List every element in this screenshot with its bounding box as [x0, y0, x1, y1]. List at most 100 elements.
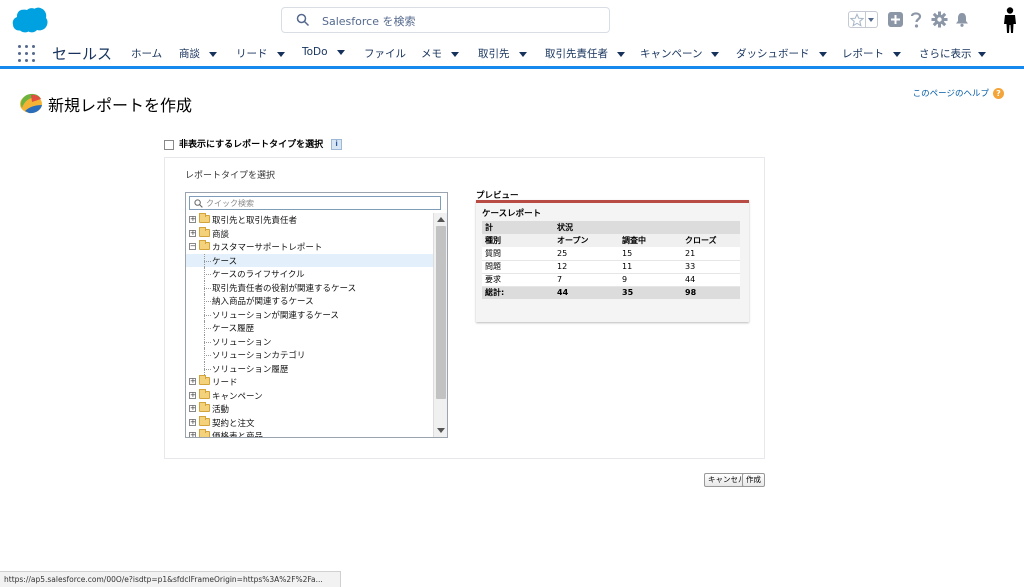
table-total-row: 総計: 44 35 98: [482, 286, 740, 299]
nav-item-notes[interactable]: メモ: [421, 46, 459, 61]
chevron-down-icon[interactable]: [893, 51, 901, 57]
add-icon[interactable]: [888, 12, 903, 27]
nav-item-dashboards[interactable]: ダッシュボード: [736, 46, 827, 61]
expand-icon[interactable]: +: [189, 432, 196, 437]
report-preview: ケースレポート 計 状況 種別 オープン 調査中 クローズ 質問 25 15 2…: [476, 200, 749, 322]
tree-connector: [204, 274, 211, 275]
chevron-down-icon[interactable]: [276, 51, 285, 57]
tree-leaf-item[interactable]: ソリューションが関連するケース: [186, 307, 433, 321]
tree-connector: [204, 260, 211, 262]
nav-item-campaigns[interactable]: キャンペーン: [640, 46, 720, 61]
quick-search-input[interactable]: クイック検索: [189, 196, 441, 210]
scroll-up-icon[interactable]: [437, 217, 445, 222]
report-type-tree: クイック検索 + 取引先と取引先責任者 + 商談 − カスタマーサポートレポート ケース ケー…: [185, 192, 448, 438]
folder-icon: [199, 226, 210, 237]
tree-item-label: 価格表と商品: [212, 432, 264, 438]
tree-leaf-item[interactable]: ケースのライフサイクル: [186, 267, 433, 281]
user-avatar-icon[interactable]: [1002, 7, 1018, 34]
favorites-star-icon[interactable]: [848, 11, 866, 28]
tree-folder-item[interactable]: + リード: [186, 375, 433, 389]
expand-icon[interactable]: +: [189, 229, 196, 237]
tree-leaf-item[interactable]: ケース: [186, 253, 433, 267]
tree-connector: [204, 314, 211, 316]
chevron-down-icon[interactable]: [818, 51, 827, 57]
expand-icon[interactable]: +: [189, 216, 196, 223]
page-title: 新規レポートを作成: [48, 96, 193, 115]
tree-connector: [204, 287, 211, 289]
tree-item-label: ソリューション: [212, 337, 272, 348]
expand-icon[interactable]: +: [189, 378, 196, 385]
tree-item-label: ソリューションが関連するケース: [212, 310, 339, 321]
chevron-down-icon[interactable]: [977, 51, 986, 57]
chevron-down-icon[interactable]: [451, 51, 459, 57]
nav-item-more[interactable]: さらに表示: [919, 46, 986, 61]
search-icon: [296, 13, 310, 27]
tree-leaf-item[interactable]: ソリューションカテゴリ: [186, 348, 433, 362]
folder-icon: [199, 240, 210, 250]
tree-connector: [204, 341, 211, 343]
show-hidden-checkbox[interactable]: [164, 139, 174, 150]
nav-item-home[interactable]: ホーム: [131, 46, 162, 61]
tree-folder-item[interactable]: + 価格表と商品: [186, 429, 433, 438]
report-icon: [20, 93, 42, 114]
nav-item-opportunities[interactable]: 商談: [179, 46, 217, 61]
notification-bell-icon[interactable]: [955, 12, 969, 27]
chevron-down-icon[interactable]: [617, 51, 625, 57]
info-icon[interactable]: i: [331, 139, 343, 150]
nav-item-contacts[interactable]: 取引先責任者: [545, 46, 625, 61]
scroll-down-icon[interactable]: [437, 428, 445, 433]
header-utility-icons: [834, 6, 1024, 36]
tree-folder-item[interactable]: + 活動: [186, 402, 433, 416]
nav-item-accounts[interactable]: 取引先: [478, 46, 527, 61]
create-button[interactable]: 作成: [742, 473, 765, 487]
nav-item-leads[interactable]: リード: [236, 46, 285, 61]
tree-folder-item[interactable]: + 契約と注文: [186, 415, 433, 430]
tree-item-label: 活動: [212, 405, 230, 415]
folder-icon: [199, 415, 210, 426]
expand-icon[interactable]: +: [189, 418, 196, 426]
table-header-row: 種別 オープン 調査中 クローズ: [482, 234, 740, 247]
tree-scrollbar[interactable]: [433, 213, 447, 437]
tree-folder-item[interactable]: + キャンペーン: [186, 388, 433, 403]
nav-item-files[interactable]: ファイル: [364, 46, 406, 61]
expand-icon[interactable]: +: [189, 405, 196, 412]
chevron-down-icon[interactable]: [209, 51, 217, 57]
tree-item-label: 取引先責任者の役割が関連するケース: [212, 283, 357, 294]
chevron-down-icon[interactable]: [518, 51, 527, 57]
salesforce-logo[interactable]: [12, 7, 48, 33]
collapse-icon[interactable]: −: [189, 243, 196, 250]
tree-leaf-item[interactable]: ソリューション履歴: [186, 361, 433, 375]
tree-leaf-item[interactable]: 取引先責任者の役割が関連するケース: [186, 280, 433, 294]
tree-item-label: ソリューションカテゴリ: [212, 351, 306, 361]
tree-folder-item[interactable]: + 取引先と取引先責任者: [186, 213, 433, 227]
report-type-list: + 取引先と取引先責任者 + 商談 − カスタマーサポートレポート ケース ケースのライフサイ…: [186, 213, 433, 438]
preview-title: ケースレポート: [482, 209, 542, 219]
chevron-down-icon[interactable]: [336, 49, 345, 55]
tree-folder-item[interactable]: + 商談: [186, 226, 433, 241]
tree-leaf-item[interactable]: ソリューション: [186, 334, 433, 348]
expand-icon[interactable]: +: [189, 391, 196, 399]
folder-icon: [199, 213, 210, 223]
tree-folder-item[interactable]: − カスタマーサポートレポート: [186, 240, 433, 254]
nav-item-todo[interactable]: ToDo: [302, 46, 345, 58]
tree-connector: [204, 328, 211, 329]
table-row: 質問 25 15 21: [482, 247, 740, 261]
app-navigation-bar: セールス ホーム 商談 リード ToDo ファイル メモ 取引先 取引先責任者 …: [0, 40, 1024, 69]
global-search[interactable]: Salesforce を検索: [281, 7, 610, 33]
help-link[interactable]: このページのヘルプ?: [913, 87, 1004, 99]
app-launcher-icon[interactable]: [18, 45, 35, 62]
favorites-dropdown-icon[interactable]: [866, 11, 878, 28]
folder-icon: [199, 375, 210, 385]
chevron-down-icon[interactable]: [711, 51, 720, 57]
tree-leaf-item[interactable]: 納入商品が関連するケース: [186, 294, 433, 308]
gear-icon[interactable]: [931, 11, 948, 28]
tree-item-label: 納入商品が関連するケース: [212, 297, 314, 307]
nav-item-reports[interactable]: レポート: [842, 46, 901, 61]
tree-item-label: ソリューション履歴: [212, 364, 289, 375]
search-icon: [194, 199, 203, 208]
help-icon[interactable]: [910, 11, 922, 29]
scroll-thumb[interactable]: [436, 226, 446, 399]
tree-item-label: リード: [212, 378, 238, 388]
tree-leaf-item[interactable]: ケース履歴: [186, 321, 433, 335]
folder-icon: [199, 429, 210, 437]
